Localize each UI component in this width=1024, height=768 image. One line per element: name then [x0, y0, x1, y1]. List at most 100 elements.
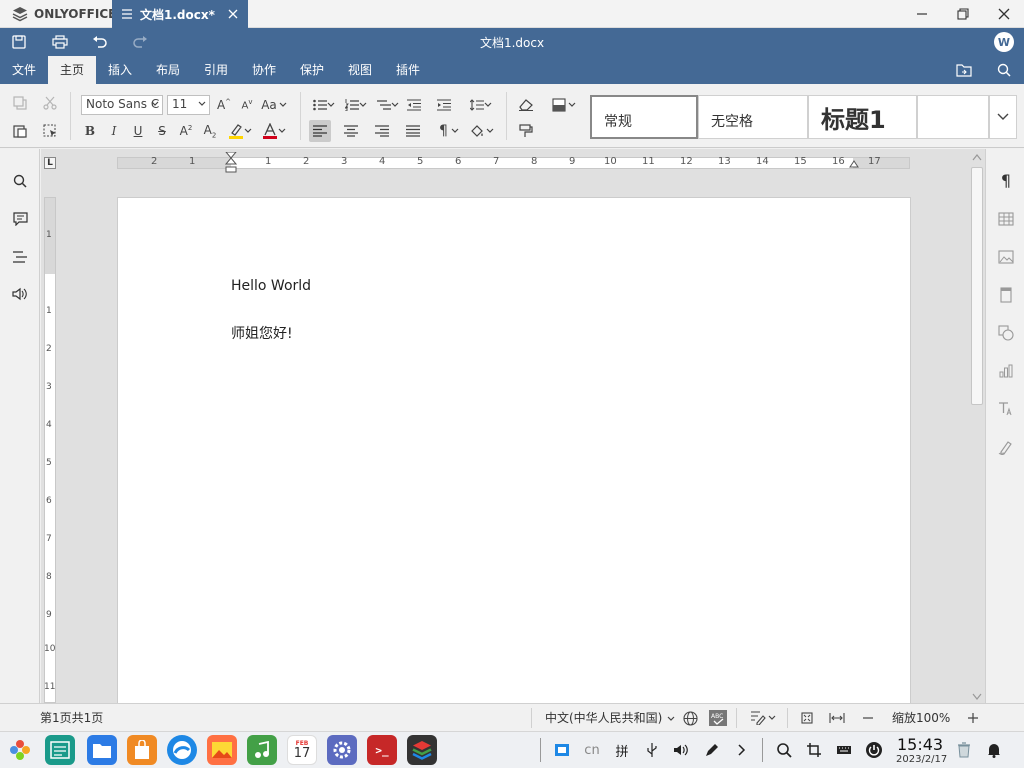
font-color-button[interactable] — [259, 120, 289, 142]
subscript-button[interactable]: A2 — [199, 120, 221, 142]
language-selector[interactable]: 中文(中华人民共和国) — [545, 704, 675, 732]
style-empty[interactable] — [917, 95, 989, 139]
taskbar-music[interactable] — [247, 735, 277, 765]
underline-button[interactable]: U — [127, 120, 149, 142]
find-button[interactable] — [9, 170, 31, 192]
indent-marker-icon[interactable] — [225, 152, 237, 174]
tray-multitask[interactable] — [803, 739, 825, 761]
right-indent-marker-icon[interactable] — [849, 158, 859, 168]
styles-expand-button[interactable] — [989, 95, 1017, 139]
track-changes-button[interactable] — [748, 708, 778, 728]
comments-button[interactable] — [9, 208, 31, 230]
change-case-button[interactable]: Aa — [259, 94, 289, 116]
tray-pen[interactable] — [701, 739, 723, 761]
tray-trash[interactable] — [953, 739, 975, 761]
close-window-button[interactable] — [993, 4, 1015, 24]
start-menu-button[interactable] — [5, 735, 35, 765]
tray-notifications[interactable] — [983, 739, 1005, 761]
color-scheme-button[interactable] — [549, 94, 579, 116]
tab-insert[interactable]: 插入 — [96, 56, 144, 84]
vertical-scrollbar[interactable] — [970, 153, 984, 703]
taskbar-app-store[interactable] — [127, 735, 157, 765]
taskbar-calendar[interactable]: FEB 17 — [287, 735, 317, 765]
zoom-in-button[interactable] — [963, 708, 983, 728]
image-settings-button[interactable] — [995, 246, 1017, 268]
vertical-ruler[interactable]: 1 1 2 3 4 5 6 7 8 9 10 11 — [44, 197, 56, 703]
increase-indent-button[interactable] — [433, 94, 455, 116]
bold-button[interactable]: B — [79, 120, 101, 142]
fit-width-button[interactable] — [827, 708, 847, 728]
document-tab[interactable]: 文档1.docx* — [112, 0, 248, 28]
restore-button[interactable] — [952, 4, 974, 24]
nonprinting-characters-button[interactable]: ¶ — [434, 120, 464, 142]
increase-font-size-button[interactable]: A^ — [213, 94, 235, 116]
tab-file[interactable]: 文件 — [0, 56, 48, 84]
bullet-list-button[interactable] — [309, 94, 339, 116]
scroll-down-icon[interactable] — [972, 693, 982, 701]
align-right-button[interactable] — [371, 120, 393, 142]
scrollbar-thumb[interactable] — [971, 167, 983, 405]
tab-plugins[interactable]: 插件 — [384, 56, 432, 84]
clock-time[interactable]: 15:43 — [897, 735, 943, 754]
taskbar-settings[interactable] — [327, 735, 357, 765]
taskbar-folder[interactable] — [87, 735, 117, 765]
paragraph-shading-button[interactable] — [467, 120, 497, 142]
font-name-combo[interactable]: Noto Sans C — [81, 95, 163, 115]
style-no-spacing[interactable]: 无空格 — [698, 95, 808, 139]
tab-protection[interactable]: 保护 — [288, 56, 336, 84]
user-avatar[interactable]: W — [994, 32, 1014, 52]
copy-style-button[interactable] — [515, 120, 537, 142]
tray-search[interactable] — [773, 739, 795, 761]
navigation-button[interactable] — [9, 246, 31, 268]
scroll-up-icon[interactable] — [972, 153, 982, 161]
search-button[interactable] — [994, 60, 1014, 80]
paragraph-2[interactable]: 师姐您好! — [231, 323, 293, 343]
select-all-button[interactable] — [39, 120, 61, 142]
open-file-location-button[interactable] — [954, 60, 974, 80]
paragraph-1[interactable]: Hello World — [231, 278, 311, 294]
paste-button[interactable] — [9, 120, 31, 142]
decrease-font-size-button[interactable]: Av — [236, 94, 258, 116]
taskbar-onlyoffice[interactable] — [407, 735, 437, 765]
text-art-settings-button[interactable] — [995, 398, 1017, 420]
chart-settings-button[interactable] — [995, 360, 1017, 382]
tab-stop-selector[interactable]: L — [44, 157, 56, 169]
clear-formatting-button[interactable] — [515, 94, 537, 116]
strikethrough-button[interactable]: S — [151, 120, 173, 142]
horizontal-ruler[interactable]: 2 1 1 2 3 4 5 6 7 8 9 10 11 12 13 14 15 … — [117, 152, 910, 173]
page-counter[interactable]: 第1页共1页 — [40, 704, 103, 732]
table-settings-button[interactable] — [995, 208, 1017, 230]
taskbar-files-manager[interactable] — [45, 735, 75, 765]
tray-usb[interactable] — [641, 739, 663, 761]
taskbar-browser[interactable] — [167, 735, 197, 765]
minimize-button[interactable] — [911, 4, 933, 24]
tab-collaboration[interactable]: 协作 — [240, 56, 288, 84]
align-left-button[interactable] — [309, 120, 331, 142]
font-size-combo[interactable]: 11 — [167, 95, 210, 115]
fit-page-button[interactable] — [797, 708, 817, 728]
align-center-button[interactable] — [340, 120, 362, 142]
line-spacing-button[interactable] — [466, 94, 496, 116]
superscript-button[interactable]: A2 — [175, 120, 197, 142]
taskbar-terminal[interactable]: >_ — [367, 735, 397, 765]
highlight-color-button[interactable] — [225, 120, 255, 142]
zoom-level[interactable]: 缩放100% — [892, 704, 950, 732]
zoom-out-button[interactable] — [858, 708, 878, 728]
tab-references[interactable]: 引用 — [192, 56, 240, 84]
tab-home[interactable]: 主页 — [48, 56, 97, 84]
numbered-list-button[interactable] — [341, 94, 371, 116]
paragraph-settings-button[interactable]: ¶ — [995, 169, 1017, 191]
tab-layout[interactable]: 布局 — [144, 56, 192, 84]
multilevel-list-button[interactable] — [373, 94, 403, 116]
document-page[interactable]: Hello World 师姐您好! — [117, 197, 911, 703]
tray-volume[interactable] — [670, 739, 692, 761]
header-footer-settings-button[interactable] — [995, 284, 1017, 306]
cut-button[interactable] — [39, 92, 61, 114]
speech-button[interactable] — [9, 283, 31, 305]
tray-keyboard[interactable] — [833, 739, 855, 761]
tray-ime[interactable]: 拼 — [611, 739, 633, 761]
decrease-indent-button[interactable] — [403, 94, 425, 116]
justify-button[interactable] — [402, 120, 424, 142]
copy-button[interactable] — [9, 92, 31, 114]
tray-power[interactable] — [863, 739, 885, 761]
